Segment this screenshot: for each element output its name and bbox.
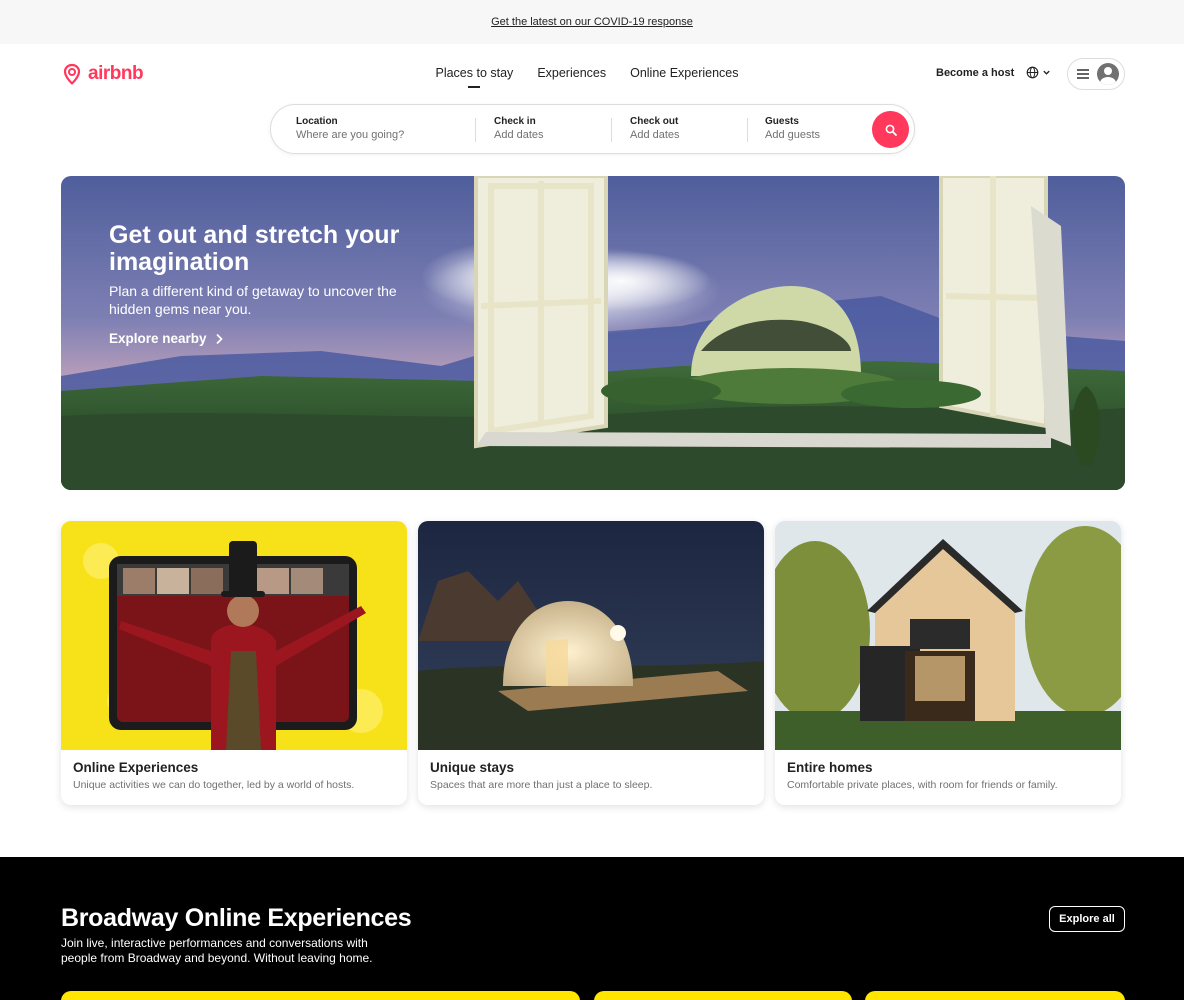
location-field[interactable]: Location Where are you going? [296, 116, 404, 141]
explore-nearby-link[interactable]: Explore nearby [109, 331, 223, 346]
card-online-experiences[interactable]: Online Experiences Unique activities we … [61, 521, 407, 805]
broadway-title: Broadway Online Experiences [61, 904, 412, 932]
guests-field[interactable]: Guests Add guests [765, 116, 820, 141]
covid-banner: Get the latest on our COVID-19 response [0, 0, 1184, 44]
search-button[interactable] [872, 111, 909, 148]
card-description: Comfortable private places, with room fo… [787, 779, 1058, 791]
guests-input[interactable]: Add guests [765, 129, 820, 141]
check-out-label: Check out [630, 116, 679, 127]
language-button[interactable] [1026, 66, 1051, 79]
broadway-tile[interactable] [594, 991, 852, 1000]
broadway-tile[interactable] [61, 991, 580, 1000]
become-host-link[interactable]: Become a host [936, 67, 1014, 79]
card-unique-stays[interactable]: Unique stays Spaces that are more than j… [418, 521, 764, 805]
airbnb-logo-icon [63, 63, 81, 85]
card-title: Unique stays [430, 760, 515, 775]
tab-places-to-stay[interactable]: Places to stay [435, 66, 513, 88]
globe-icon [1026, 66, 1039, 79]
explore-nearby-label: Explore nearby [109, 331, 207, 346]
check-in-label: Check in [494, 116, 536, 127]
airbnb-logo[interactable]: airbnb [60, 62, 144, 86]
check-out-field[interactable]: Check out Add dates [630, 116, 680, 141]
check-in-input[interactable]: Add dates [494, 129, 544, 141]
location-input[interactable]: Where are you going? [296, 129, 404, 141]
hero-subtitle: Plan a different kind of getaway to unco… [109, 283, 397, 317]
hero-title: Get out and stretch your imagination [109, 221, 400, 276]
hamburger-icon [1077, 69, 1089, 79]
card-description: Spaces that are more than just a place t… [430, 779, 653, 791]
entire-homes-image [775, 521, 1121, 750]
chevron-down-icon [1043, 70, 1050, 75]
user-avatar-icon [1097, 63, 1119, 85]
search-divider [475, 118, 476, 142]
hero-banner: Get out and stretch your imagination Pla… [61, 176, 1125, 490]
guests-label: Guests [765, 116, 799, 127]
card-title: Entire homes [787, 760, 873, 775]
tab-experiences[interactable]: Experiences [537, 66, 606, 88]
search-bar: Location Where are you going? Check in A… [270, 104, 915, 154]
online-experiences-image [61, 521, 407, 750]
search-icon [885, 124, 897, 136]
broadway-section: Broadway Online Experiences Join live, i… [0, 857, 1184, 1000]
tab-online-experiences[interactable]: Online Experiences [630, 66, 738, 88]
search-divider [747, 118, 748, 142]
explore-all-button[interactable]: Explore all [1049, 906, 1125, 932]
covid-response-link[interactable]: Get the latest on our COVID-19 response [491, 16, 693, 28]
unique-stays-image [418, 521, 764, 750]
logo-wordmark: airbnb [88, 63, 144, 84]
user-menu-button[interactable] [1067, 58, 1125, 90]
card-description: Unique activities we can do together, le… [73, 779, 355, 791]
broadway-tile[interactable] [865, 991, 1125, 1000]
check-in-field[interactable]: Check in Add dates [494, 116, 544, 141]
broadway-subtitle: Join live, interactive performances and … [61, 936, 373, 965]
location-label: Location [296, 116, 338, 127]
search-divider [611, 118, 612, 142]
card-entire-homes[interactable]: Entire homes Comfortable private places,… [775, 521, 1121, 805]
chevron-right-icon [215, 333, 223, 344]
check-out-input[interactable]: Add dates [630, 129, 680, 141]
card-title: Online Experiences [73, 760, 199, 775]
